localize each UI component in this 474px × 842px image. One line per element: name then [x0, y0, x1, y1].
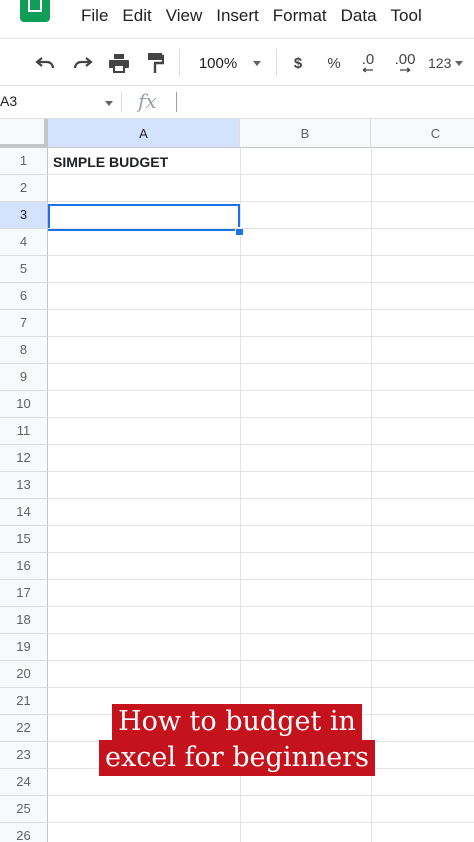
row-divider [48, 606, 474, 607]
cell-a1[interactable]: SIMPLE BUDGET [53, 154, 168, 170]
row-header-26[interactable]: 26 [0, 823, 48, 842]
row-divider [48, 336, 474, 337]
zoom-value: 100% [198, 54, 238, 72]
sheets-logo-icon[interactable] [20, 0, 50, 22]
row-divider [48, 363, 474, 364]
arrow-left-icon [362, 67, 373, 73]
row-header-18[interactable]: 18 [0, 607, 48, 634]
row-header-20[interactable]: 20 [0, 661, 48, 688]
row-header-13[interactable]: 13 [0, 472, 48, 499]
name-box-chevron-down-icon[interactable] [105, 101, 113, 106]
undo-icon[interactable] [32, 51, 58, 75]
row-divider [48, 498, 474, 499]
row-divider [48, 228, 474, 229]
row-divider [48, 795, 474, 796]
row-divider [48, 579, 474, 580]
name-box[interactable]: A3 [0, 93, 17, 109]
caption-text-1: How to budget in [112, 704, 362, 740]
decrease-decimal-button[interactable]: .0 [356, 51, 380, 75]
row-divider [48, 444, 474, 445]
caption-line-2: excel for beginners [0, 740, 474, 776]
row-divider [48, 255, 474, 256]
menu-items: File Edit View Insert Format Data Tool [81, 5, 436, 27]
toolbar-divider [179, 49, 180, 77]
row-header-5[interactable]: 5 [0, 256, 48, 283]
formula-bar-divider [121, 92, 122, 112]
row-header-6[interactable]: 6 [0, 283, 48, 310]
row-header-9[interactable]: 9 [0, 364, 48, 391]
row-header-15[interactable]: 15 [0, 526, 48, 553]
row-divider [48, 525, 474, 526]
row-header-14[interactable]: 14 [0, 499, 48, 526]
select-all-corner[interactable] [0, 119, 48, 148]
arrow-right-icon [400, 67, 411, 73]
chevron-down-icon [455, 60, 464, 66]
decrease-decimal-label: .0 [361, 51, 375, 68]
row-header-12[interactable]: 12 [0, 445, 48, 472]
redo-icon[interactable] [70, 51, 96, 75]
increase-decimal-label: .00 [394, 51, 416, 68]
percent-label: % [327, 54, 341, 72]
formula-input[interactable] [176, 92, 177, 112]
row-header-3[interactable]: 3 [0, 202, 48, 229]
column-header-b[interactable]: B [240, 119, 371, 148]
formula-bar: A3 fx [0, 86, 474, 119]
row-divider [48, 174, 474, 175]
percent-format-button[interactable]: % [324, 51, 344, 75]
row-divider [48, 417, 474, 418]
row-divider [48, 633, 474, 634]
row-divider [48, 660, 474, 661]
row-header-11[interactable]: 11 [0, 418, 48, 445]
row-divider [48, 309, 474, 310]
row-divider [48, 201, 474, 202]
more-formats-label: 123 [428, 55, 452, 71]
increase-decimal-button[interactable]: .00 [392, 51, 418, 75]
caption-text-2: excel for beginners [99, 740, 375, 776]
row-header-10[interactable]: 10 [0, 391, 48, 418]
toolbar: 100% $ % .0 .00 123 [0, 38, 474, 86]
row-divider [48, 687, 474, 688]
menu-tools[interactable]: Tool [391, 5, 422, 27]
row-divider [48, 282, 474, 283]
menu-format[interactable]: Format [273, 5, 327, 27]
paint-format-icon[interactable] [142, 51, 168, 75]
caption-line-1: How to budget in [0, 704, 474, 740]
row-divider [48, 552, 474, 553]
print-icon[interactable] [106, 51, 132, 75]
zoom-chevron-down-icon[interactable] [250, 51, 264, 75]
menu-bar: File Edit View Insert Format Data Tool [0, 0, 474, 36]
menu-file[interactable]: File [81, 5, 108, 27]
selected-cell-a3[interactable] [48, 204, 240, 231]
column-header-c[interactable]: C [371, 119, 474, 148]
toolbar-divider [276, 49, 277, 77]
more-formats-button[interactable]: 123 [428, 51, 472, 75]
fx-icon: fx [138, 89, 157, 113]
row-divider [48, 822, 474, 823]
row-header-16[interactable]: 16 [0, 553, 48, 580]
column-header-a[interactable]: A [48, 119, 240, 148]
row-header-1[interactable]: 1 [0, 148, 48, 175]
menu-edit[interactable]: Edit [122, 5, 151, 27]
row-header-8[interactable]: 8 [0, 337, 48, 364]
menu-view[interactable]: View [166, 5, 203, 27]
row-divider [48, 471, 474, 472]
row-header-19[interactable]: 19 [0, 634, 48, 661]
currency-label: $ [293, 54, 303, 72]
row-header-25[interactable]: 25 [0, 796, 48, 823]
row-divider [48, 390, 474, 391]
zoom-select[interactable]: 100% [196, 51, 240, 75]
row-header-17[interactable]: 17 [0, 580, 48, 607]
currency-format-button[interactable]: $ [288, 51, 308, 75]
menu-data[interactable]: Data [341, 5, 377, 27]
row-header-7[interactable]: 7 [0, 310, 48, 337]
row-header-2[interactable]: 2 [0, 175, 48, 202]
menu-insert[interactable]: Insert [216, 5, 259, 27]
row-header-4[interactable]: 4 [0, 229, 48, 256]
